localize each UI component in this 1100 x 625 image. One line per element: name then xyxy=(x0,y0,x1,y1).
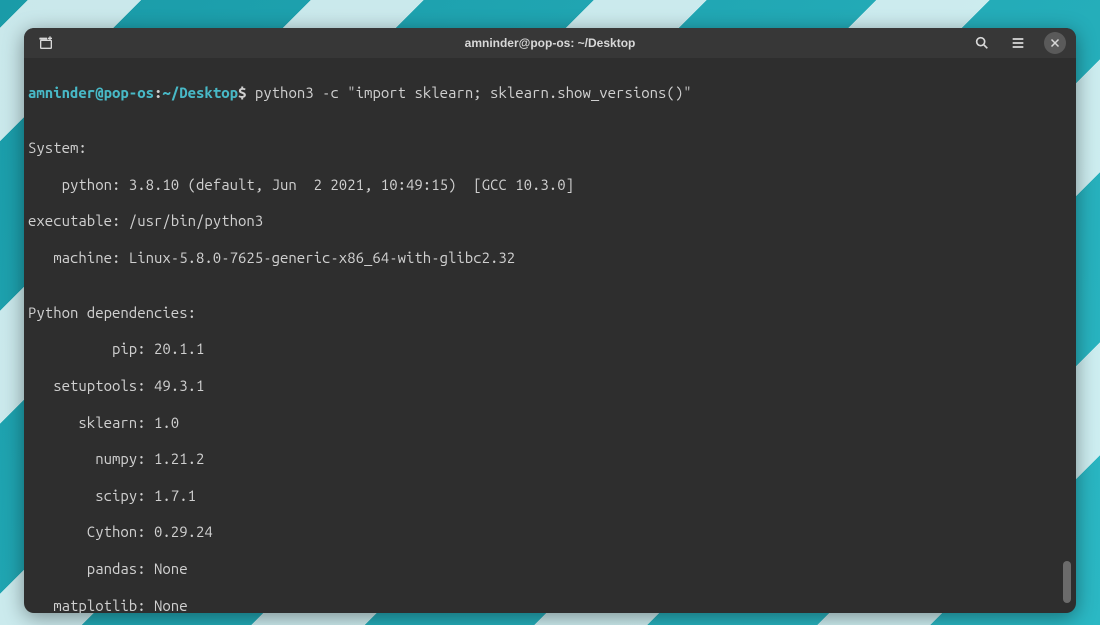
output-line: setuptools: 49.3.1 xyxy=(28,377,1072,395)
prompt-path: ~/Desktop xyxy=(162,84,238,101)
prompt-user-host: amninder@pop-os xyxy=(28,84,154,101)
output-line: pip: 20.1.1 xyxy=(28,340,1072,358)
output-line: machine: Linux-5.8.0-7625-generic-x86_64… xyxy=(28,249,1072,267)
output-line: Cython: 0.29.24 xyxy=(28,523,1072,541)
output-line: sklearn: 1.0 xyxy=(28,414,1072,432)
terminal-window: amninder@pop-os: ~/Desktop xyxy=(24,28,1076,613)
hamburger-menu-icon[interactable] xyxy=(1008,33,1028,53)
output-line: Python dependencies: xyxy=(28,304,1072,322)
terminal-body[interactable]: amninder@pop-os:~/Desktop$ python3 -c "i… xyxy=(24,58,1076,613)
search-icon[interactable] xyxy=(972,33,992,53)
titlebar: amninder@pop-os: ~/Desktop xyxy=(24,28,1076,58)
window-title: amninder@pop-os: ~/Desktop xyxy=(24,36,1076,50)
output-line: matplotlib: None xyxy=(28,597,1072,613)
command-text: python3 -c "import sklearn; sklearn.show… xyxy=(246,84,691,101)
new-tab-icon[interactable] xyxy=(38,35,54,51)
output-line: python: 3.8.10 (default, Jun 2 2021, 10:… xyxy=(28,176,1072,194)
output-line: pandas: None xyxy=(28,560,1072,578)
output-line: executable: /usr/bin/python3 xyxy=(28,212,1072,230)
prompt-line-1: amninder@pop-os:~/Desktop$ python3 -c "i… xyxy=(28,84,1072,102)
close-button[interactable] xyxy=(1044,32,1066,54)
scrollbar[interactable] xyxy=(1063,561,1071,603)
output-line: scipy: 1.7.1 xyxy=(28,487,1072,505)
output-line: System: xyxy=(28,139,1072,157)
output-line: numpy: 1.21.2 xyxy=(28,450,1072,468)
